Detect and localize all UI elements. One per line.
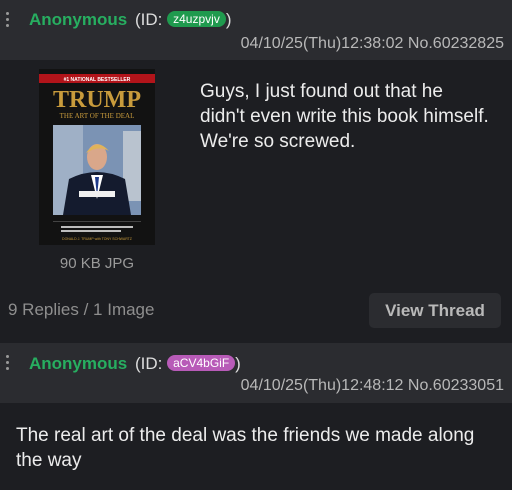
reply-meta: 04/10/25(Thu)12:48:12 No.60233051 bbox=[241, 377, 504, 395]
view-thread-button[interactable]: View Thread bbox=[369, 293, 501, 328]
reply-poster-name: Anonymous bbox=[29, 354, 128, 373]
id-prefix: (ID: bbox=[135, 10, 163, 29]
post-meta: 04/10/25(Thu)12:38:02 No.60232825 bbox=[241, 35, 504, 53]
op-post-header: Anonymous (ID: z4uzpvjv) 04/10/25(Thu)12… bbox=[0, 0, 512, 60]
book-subtitle: THE ART OF THE DEAL bbox=[60, 112, 135, 120]
reply-menu-icon[interactable] bbox=[6, 355, 10, 373]
file-info: 90 KB JPG bbox=[59, 255, 135, 272]
book-title: TRUMP bbox=[53, 87, 141, 113]
reply-post-header: Anonymous (ID: aCV4bGiF) 04/10/25(Thu)12… bbox=[0, 343, 512, 403]
post-datetime: 04/10/25(Thu)12:38:02 bbox=[240, 35, 404, 52]
reply-poster-id[interactable]: (ID: aCV4bGiF) bbox=[135, 354, 241, 374]
book-cover-image[interactable]: #1 NATIONAL BESTSELLER TRUMP THE ART OF … bbox=[39, 69, 155, 245]
reply-id-prefix: (ID: bbox=[135, 354, 163, 373]
book-authors: DONALD J. TRUMP with TONY SCHWARTZ bbox=[62, 237, 133, 241]
op-post-text: Guys, I just found out that he didn't ev… bbox=[200, 81, 489, 152]
id-badge[interactable]: z4uzpvjv bbox=[167, 11, 226, 27]
reply-number[interactable]: No.60233051 bbox=[408, 377, 504, 394]
reply-id-suffix: ) bbox=[235, 354, 241, 373]
post-number[interactable]: No.60232825 bbox=[408, 35, 504, 52]
replies-summary: 9 Replies / 1 Image bbox=[8, 300, 155, 319]
reply-post-text: The real art of the deal was the friends… bbox=[16, 425, 475, 471]
post-menu-icon[interactable] bbox=[6, 12, 10, 30]
bestseller-label: #1 NATIONAL BESTSELLER bbox=[64, 77, 131, 83]
reply-id-badge[interactable]: aCV4bGiF bbox=[167, 355, 236, 371]
reply-post-body: The real art of the deal was the friends… bbox=[0, 403, 512, 490]
id-suffix: ) bbox=[225, 10, 232, 29]
book-cover-art: #1 NATIONAL BESTSELLER TRUMP THE ART OF … bbox=[39, 69, 155, 245]
poster-id[interactable]: (ID: z4uzpvjv) bbox=[135, 10, 231, 30]
poster-name: Anonymous bbox=[29, 10, 128, 29]
reply-datetime: 04/10/25(Thu)12:48:12 bbox=[240, 377, 404, 394]
